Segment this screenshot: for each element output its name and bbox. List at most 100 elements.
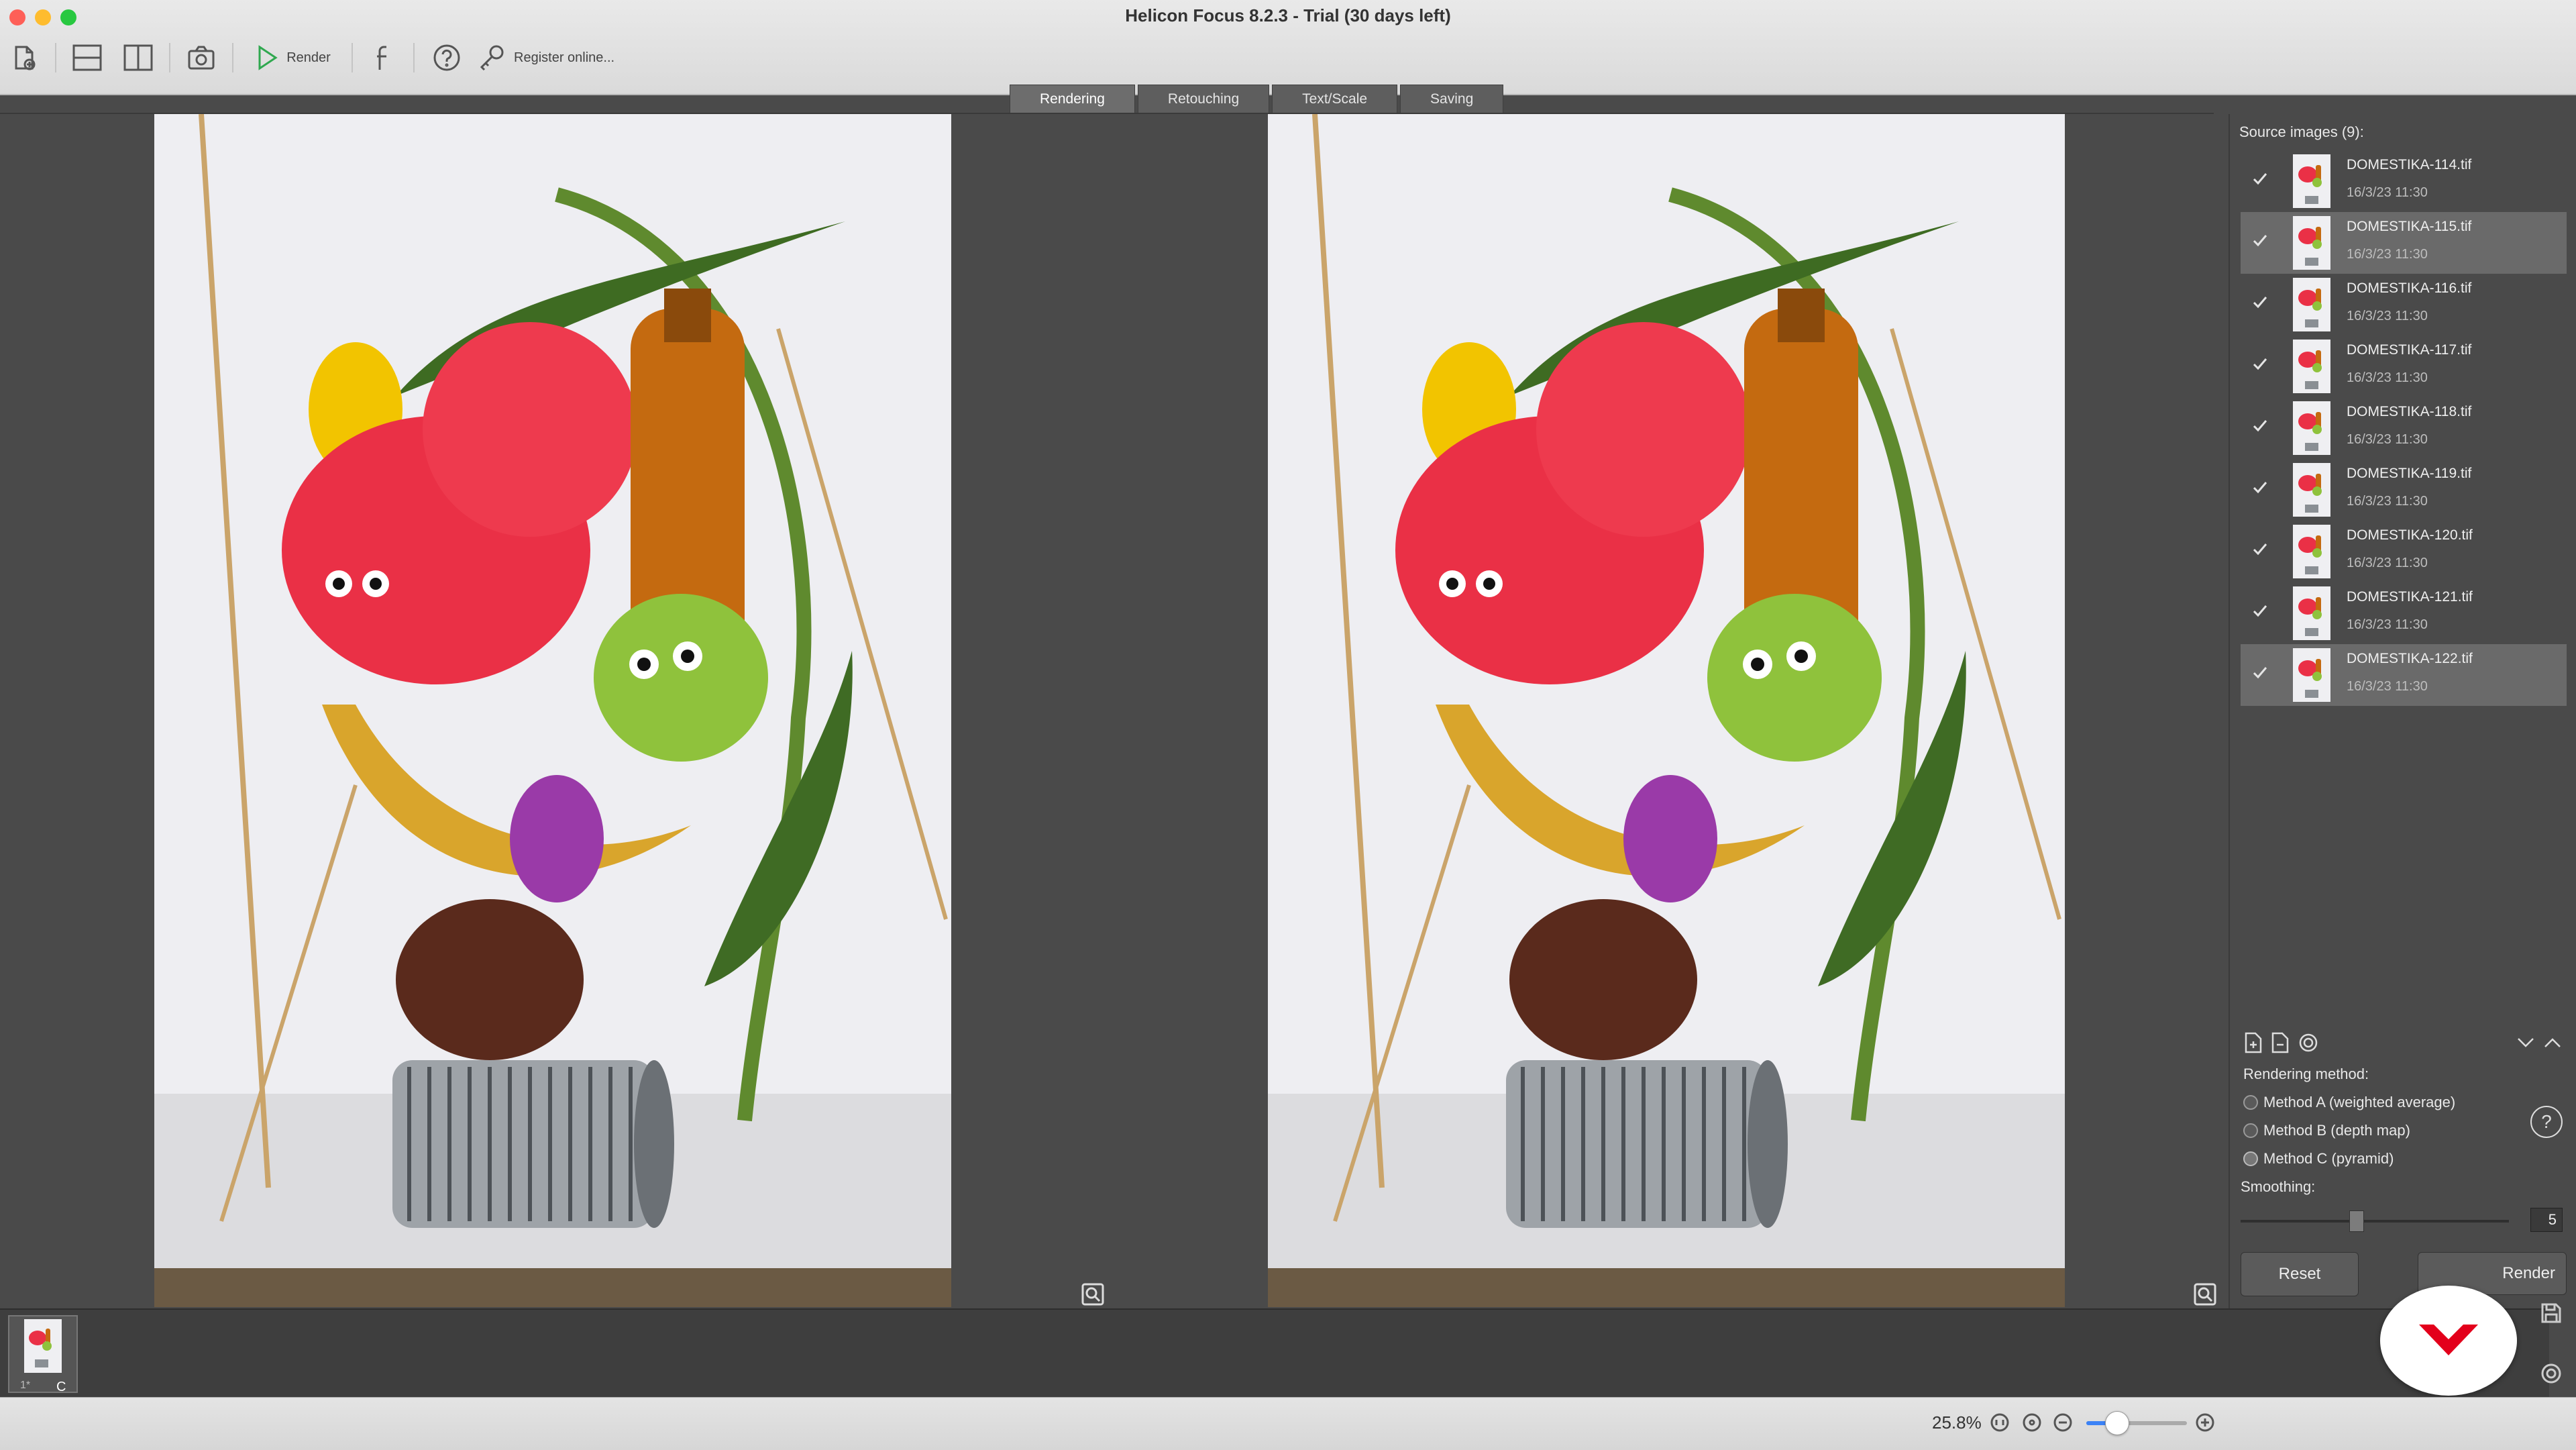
left-preview-zoom-button[interactable] [1081, 1283, 1104, 1306]
file-name: DOMESTIKA-120.tif [2347, 527, 2473, 543]
radio-button[interactable] [2243, 1095, 2258, 1110]
key-icon [480, 45, 504, 71]
checkmark-icon [2253, 605, 2267, 617]
checkmark-icon [2253, 543, 2267, 556]
magnifier-icon [1081, 1283, 1104, 1306]
source-image-list: DOMESTIKA-114.tif 16/3/23 11:30 DOMESTIK… [2241, 150, 2567, 706]
layout-horizontal-button[interactable] [67, 38, 107, 78]
include-checkbox[interactable] [2251, 664, 2269, 682]
checkmark-icon [2253, 420, 2267, 432]
file-thumbnail [2293, 586, 2330, 640]
include-checkbox[interactable] [2251, 417, 2269, 435]
list-item[interactable]: DOMESTIKA-114.tif 16/3/23 11:30 [2241, 150, 2567, 212]
list-item[interactable]: DOMESTIKA-117.tif 16/3/23 11:30 [2241, 335, 2567, 397]
toolbar: Render Register online... [0, 38, 2576, 78]
list-item[interactable]: DOMESTIKA-116.tif 16/3/23 11:30 [2241, 274, 2567, 335]
rendering-method-label: Rendering method: [2243, 1066, 2369, 1082]
smoothing-slider-track[interactable] [2241, 1220, 2509, 1223]
file-thumbnail [2293, 463, 2330, 517]
include-checkbox[interactable] [2251, 356, 2269, 373]
gear-icon[interactable] [2297, 1032, 2320, 1053]
file-date: 16/3/23 11:30 [2347, 617, 2428, 632]
tab-retouching[interactable]: Retouching [1137, 85, 1270, 113]
result-thumbnail-strip: 1* C 5 [0, 1308, 2549, 1397]
zoom-out-button[interactable] [2051, 1411, 2074, 1434]
list-item[interactable]: DOMESTIKA-120.tif 16/3/23 11:30 [2241, 521, 2567, 582]
tab-rendering[interactable]: Rendering [1010, 85, 1135, 113]
file-thumbnail [2293, 154, 2330, 208]
render-toolbar-button[interactable]: Render [246, 38, 339, 78]
snapshot-button[interactable] [181, 38, 221, 78]
file-date: 16/3/23 11:30 [2347, 247, 2428, 262]
file-date: 16/3/23 11:30 [2347, 432, 2428, 447]
status-bar: 25.8% [0, 1397, 2576, 1450]
right-preview-zoom-button[interactable] [2194, 1283, 2216, 1306]
method-b-option[interactable]: Method B (depth map) [2243, 1122, 2410, 1139]
split-horizontal-icon [72, 44, 102, 71]
settings-icon[interactable] [2540, 1362, 2563, 1385]
radio-button[interactable] [2243, 1123, 2258, 1138]
title-bar: Helicon Focus 8.2.3 - Trial (30 days lef… [0, 0, 2576, 95]
add-images-button[interactable] [5, 38, 43, 78]
file-name: DOMESTIKA-118.tif [2347, 404, 2472, 419]
source-image-preview[interactable] [154, 114, 951, 1307]
layout-vertical-button[interactable] [118, 38, 158, 78]
remove-file-icon[interactable] [2270, 1032, 2290, 1053]
zoom-fit-button[interactable] [2021, 1411, 2043, 1434]
include-checkbox[interactable] [2251, 479, 2269, 497]
include-checkbox[interactable] [2251, 232, 2269, 250]
include-checkbox[interactable] [2251, 541, 2269, 558]
add-file-icon[interactable] [2243, 1032, 2263, 1053]
toolbar-divider [169, 43, 170, 72]
smoothing-value-field[interactable]: 5 [2530, 1208, 2563, 1232]
checkmark-icon [2253, 358, 2267, 370]
result-thumbnail[interactable]: 1* C 5 [8, 1315, 78, 1393]
domestika-logo [2380, 1286, 2517, 1396]
list-item[interactable]: DOMESTIKA-119.tif 16/3/23 11:30 [2241, 459, 2567, 521]
tab-text-scale[interactable]: Text/Scale [1272, 85, 1398, 113]
chevron-up-icon[interactable] [2542, 1032, 2563, 1053]
save-icon[interactable] [2540, 1302, 2563, 1325]
checkmark-icon [2253, 173, 2267, 185]
file-thumbnail [2293, 525, 2330, 578]
include-checkbox[interactable] [2251, 603, 2269, 620]
include-checkbox[interactable] [2251, 294, 2269, 311]
thumbnail-method-label: C 5 [56, 1380, 66, 1393]
file-thumbnail [2293, 278, 2330, 331]
magnifier-icon [2194, 1283, 2216, 1306]
list-item[interactable]: DOMESTIKA-122.tif 16/3/23 11:30 [2241, 644, 2567, 706]
list-item[interactable]: DOMESTIKA-121.tif 16/3/23 11:30 [2241, 582, 2567, 644]
list-item[interactable]: DOMESTIKA-118.tif 16/3/23 11:30 [2241, 397, 2567, 459]
file-thumbnail [2293, 340, 2330, 393]
checkmark-icon [2253, 667, 2267, 679]
list-item[interactable]: DOMESTIKA-115.tif 16/3/23 11:30 [2241, 212, 2567, 274]
method-a-option[interactable]: Method A (weighted average) [2243, 1094, 2455, 1111]
method-c-label: Method C (pyramid) [2263, 1150, 2394, 1167]
radio-button[interactable] [2243, 1151, 2258, 1166]
register-label: Register online... [514, 50, 615, 65]
play-icon [258, 45, 278, 70]
include-checkbox[interactable] [2251, 170, 2269, 188]
tab-saving[interactable]: Saving [1400, 85, 1504, 113]
facebook-button[interactable] [365, 38, 402, 78]
method-help-button[interactable]: ? [2530, 1106, 2563, 1138]
method-c-option[interactable]: Method C (pyramid) [2243, 1150, 2394, 1168]
result-image-preview[interactable] [1268, 114, 2065, 1307]
plus-icon [2196, 1413, 2214, 1432]
toolbar-divider [413, 43, 415, 72]
chevron-down-icon[interactable] [2516, 1032, 2536, 1053]
camera-icon [188, 46, 215, 70]
register-online-button[interactable]: Register online... [478, 38, 625, 78]
zoom-actual-size-button[interactable] [1988, 1411, 2011, 1434]
file-name: DOMESTIKA-122.tif [2347, 651, 2473, 666]
help-button[interactable] [427, 38, 467, 78]
zoom-in-button[interactable] [2194, 1411, 2216, 1434]
file-date: 16/3/23 11:30 [2347, 556, 2428, 570]
minus-icon [2053, 1413, 2072, 1432]
reset-button[interactable]: Reset [2241, 1252, 2359, 1296]
zoom-slider-handle[interactable] [2105, 1411, 2129, 1435]
smoothing-slider-handle[interactable] [2349, 1210, 2364, 1232]
facebook-icon [377, 46, 386, 70]
window-title: Helicon Focus 8.2.3 - Trial (30 days lef… [1125, 5, 1451, 25]
render-label: Render [286, 50, 331, 65]
